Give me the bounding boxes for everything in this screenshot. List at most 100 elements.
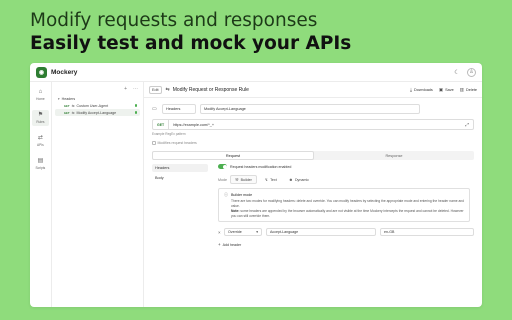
app-title: Mockery (51, 68, 78, 76)
method-badge: GET (63, 110, 70, 115)
header-value-input[interactable]: en-GB (380, 228, 474, 237)
rail-label: APIs (37, 143, 44, 147)
downloads-label: Downloads (414, 87, 433, 92)
rule-name-value: Modify Accept-Language (204, 107, 246, 111)
tab-response[interactable]: Response (314, 151, 474, 160)
mode-text-label: Text (270, 177, 277, 182)
subnav-headers[interactable]: Headers (152, 164, 208, 172)
top-bar: ◉ Mockery ☾ ♙ (30, 63, 482, 82)
url-hint: Example RegEx pattern (152, 132, 186, 136)
rule-icon: ⇆ (71, 110, 75, 115)
info-icon: ⓘ (224, 192, 228, 197)
downloads-button[interactable]: ⤓ Downloads (410, 87, 433, 92)
rule-header: Edit ⇆ Modify Request or Response Rule ⤓… (144, 82, 482, 98)
home-icon: ⌂ (38, 89, 43, 95)
folder-label: Headers (61, 96, 76, 101)
download-icon: ⤓ (410, 87, 413, 92)
request-response-tabs: Request Response (152, 151, 474, 160)
folder-icon: ▭ (152, 106, 157, 112)
expand-icon[interactable]: ⤢ (465, 122, 473, 127)
tree-item-label: Modify Accept-Language (76, 110, 117, 115)
rail-item-home[interactable]: ⌂ Home (30, 87, 51, 103)
tree-folder[interactable]: ▾ Headers (55, 95, 140, 102)
info-paragraph: There are two modes for modifying header… (231, 199, 464, 208)
delete-label: Delete (466, 87, 477, 92)
delete-button[interactable]: ▥ Delete (460, 87, 477, 93)
api-icon: ⇄ (37, 135, 43, 141)
tree-item[interactable]: GET ⇆ Custom User-Agent (55, 102, 140, 109)
enabled-dot-icon (134, 104, 137, 107)
request-subnav: Headers Body (152, 164, 208, 247)
enable-toggle-row: Request headers modification enabled (218, 164, 474, 169)
save-button[interactable]: ▣ Save (439, 87, 454, 93)
toggle-label: Request headers modification enabled (230, 164, 292, 169)
builder-info-box: ⓘ Builder mode There are two modes for m… (218, 188, 470, 223)
flag-icon: ⚑ (37, 112, 44, 118)
tab-request[interactable]: Request (152, 151, 314, 160)
rule-title-text: Modify Request or Response Rule (172, 86, 249, 93)
edit-badge: Edit (149, 85, 162, 94)
rule-name-field[interactable]: Modify Accept-Language (200, 104, 420, 114)
save-label: Save (445, 87, 454, 92)
rule-editor: Edit ⇆ Modify Request or Response Rule ⤓… (144, 82, 482, 307)
rail-item-rules[interactable]: ⚑ Rules (32, 110, 49, 126)
more-icon[interactable]: ⋯ (133, 86, 138, 92)
add-header-button[interactable]: + Add header (218, 242, 474, 247)
modifies-checkbox-row[interactable]: Modifies request headers (152, 141, 474, 145)
subnav-body[interactable]: Body (152, 174, 208, 182)
script-icon: ▤ (37, 158, 44, 164)
moon-icon[interactable]: ☾ (453, 69, 461, 76)
header-rule-row: × Override ▾ Accept-Language en-GB (218, 228, 474, 237)
app-window: ◉ Mockery ☾ ♙ ⌂ Home ⚑ Rules ⇄ APIs ▤ Sc… (30, 63, 482, 307)
rail-item-apis[interactable]: ⇄ APIs (30, 133, 51, 149)
info-note: Note: some headers are appended by the b… (224, 209, 464, 218)
text-icon: ↯ (264, 177, 269, 182)
header-mode-value: Override (228, 230, 242, 235)
add-header-label: Add header (222, 242, 242, 247)
hero-line-2: Easily test and mock your APIs (30, 33, 352, 54)
side-rail: ⌂ Home ⚑ Rules ⇄ APIs ▤ Scripts (30, 82, 52, 307)
note-text: some headers are appended by the browser… (231, 209, 464, 218)
mockery-logo-icon: ◉ (36, 66, 47, 78)
mode-dynamic-label: Dynamic (294, 177, 309, 182)
folder-select-value: Headers (166, 107, 181, 111)
url-input-row: GET https://example.com/*_+ ⤢ (152, 119, 474, 130)
rail-label: Rules (36, 120, 45, 124)
method-badge: GET (63, 103, 70, 108)
rail-item-scripts[interactable]: ▤ Scripts (30, 156, 51, 172)
method-select[interactable]: GET (153, 120, 170, 129)
chevron-down-icon: ▾ (256, 230, 258, 235)
mode-selector: Mode ⚒ Builder ↯ Text ☻ Dynamic (218, 175, 474, 184)
checkbox[interactable] (152, 141, 156, 145)
folder-select[interactable]: Headers (162, 104, 196, 114)
mode-builder-label: Builder (240, 177, 252, 182)
builder-icon: ⚒ (235, 177, 239, 182)
hero-text: Modify requests and responses Easily tes… (30, 10, 351, 56)
modifies-label: Modifies request headers (157, 141, 197, 145)
info-title: ⓘ Builder mode (224, 192, 464, 198)
rail-label: Scripts (35, 166, 46, 170)
chevron-down-icon: ▾ (57, 96, 60, 101)
rule-meta-row: ▭ Headers Modify Accept-Language (144, 104, 482, 114)
enabled-dot-icon (134, 111, 137, 114)
note-label: Note: (231, 209, 240, 214)
mode-builder[interactable]: ⚒ Builder (230, 175, 257, 184)
mode-text[interactable]: ↯ Text (261, 176, 281, 183)
info-title-text: Builder mode (231, 193, 253, 197)
rail-label: Home (36, 97, 45, 101)
plus-icon: + (218, 242, 221, 248)
rules-tree: + ⋯ ▾ Headers GET ⇆ Custom User-Agent GE… (52, 82, 144, 307)
hero-line-1: Modify requests and responses (30, 10, 318, 31)
tree-item-selected[interactable]: GET ⇆ Modify Accept-Language (54, 109, 140, 116)
rule-title: ⇆ Modify Request or Response Rule (166, 87, 249, 93)
header-mode-select[interactable]: Override ▾ (224, 228, 262, 237)
enable-toggle[interactable] (218, 164, 227, 169)
mode-dynamic[interactable]: ☻ Dynamic (285, 176, 313, 183)
add-icon[interactable]: + (124, 86, 127, 92)
dynamic-icon: ☻ (288, 177, 293, 182)
save-icon: ▣ (438, 86, 444, 92)
header-name-input[interactable]: Accept-Language (266, 228, 376, 237)
url-pattern-input[interactable]: https://example.com/*_+ (169, 123, 465, 127)
headers-pane: Request headers modification enabled Mod… (208, 164, 474, 247)
user-icon[interactable]: ♙ (467, 67, 476, 77)
